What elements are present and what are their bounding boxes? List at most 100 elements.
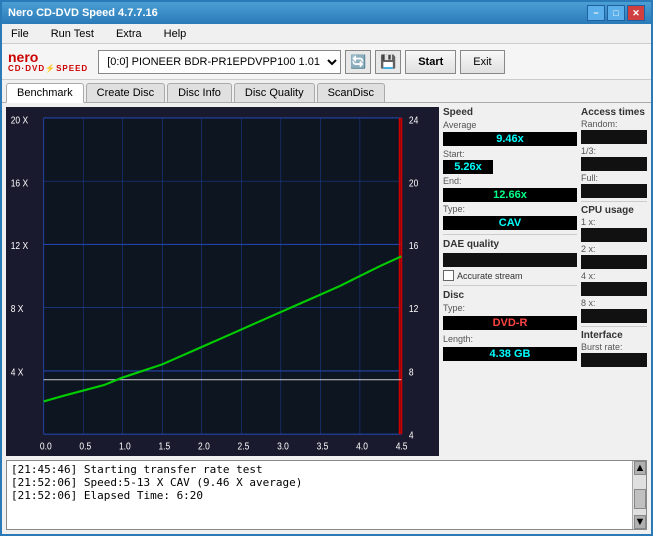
svg-text:8: 8 [409, 367, 414, 378]
svg-text:8 X: 8 X [11, 303, 24, 314]
disc-type-label: Type: [443, 303, 577, 313]
full-value [581, 184, 647, 198]
dae-value [443, 253, 577, 267]
cpu-x8-value [581, 309, 647, 323]
divider-1 [443, 234, 577, 235]
speed-section: Average 9.46x Start: 5.26x End: 12.66x T… [443, 120, 577, 230]
tab-create-disc[interactable]: Create Disc [86, 83, 165, 102]
menu-file[interactable]: File [6, 26, 34, 42]
close-button[interactable]: ✕ [627, 5, 645, 21]
disc-length-value: 4.38 GB [443, 347, 577, 361]
svg-text:1.0: 1.0 [119, 441, 131, 452]
svg-text:12: 12 [409, 303, 418, 314]
cpu-x2-value [581, 255, 647, 269]
access-header: Access times [581, 107, 647, 118]
divider-3 [581, 201, 647, 202]
svg-text:4.0: 4.0 [356, 441, 368, 452]
cpu-x8-label: 8 x: [581, 298, 647, 308]
start-button[interactable]: Start [405, 50, 456, 74]
speed-type-label: Type: [443, 204, 577, 214]
scroll-up-arrow[interactable]: ▲ [634, 461, 646, 475]
svg-text:2.0: 2.0 [198, 441, 210, 452]
disc-header: Disc [443, 290, 577, 301]
svg-text:12 X: 12 X [11, 240, 28, 251]
accurate-stream-label: Accurate stream [457, 271, 523, 281]
menu-run-test[interactable]: Run Test [46, 26, 99, 42]
tab-disc-quality[interactable]: Disc Quality [234, 83, 315, 102]
speed-start-label: Start: [443, 149, 493, 159]
svg-text:20: 20 [409, 178, 418, 189]
svg-text:0.0: 0.0 [40, 441, 52, 452]
log-content: [21:45:46] Starting transfer rate test [… [7, 461, 632, 529]
speed-start-col: Start: 5.26x [443, 149, 493, 174]
cpu-x4-value [581, 282, 647, 296]
scroll-down-arrow[interactable]: ▼ [634, 515, 646, 529]
speed-end-label: End: [443, 176, 577, 186]
divider-4 [581, 326, 647, 327]
log-line-1: [21:45:46] Starting transfer rate test [11, 463, 628, 476]
svg-text:0.5: 0.5 [79, 441, 91, 452]
tab-disc-info[interactable]: Disc Info [167, 83, 232, 102]
log-line-2: [21:52:06] Speed:5-13 X CAV (9.46 X aver… [11, 476, 628, 489]
svg-text:1.5: 1.5 [158, 441, 170, 452]
svg-text:20 X: 20 X [11, 115, 28, 126]
tab-benchmark[interactable]: Benchmark [6, 83, 84, 103]
burst-rate-value [581, 353, 647, 367]
log-line-3: [21:52:06] Elapsed Time: 6:20 [11, 489, 628, 502]
disc-length-label: Length: [443, 334, 577, 344]
menu-help[interactable]: Help [159, 26, 192, 42]
svg-text:3.5: 3.5 [317, 441, 329, 452]
speed-avg-label: Average [443, 120, 577, 130]
log-area: [21:45:46] Starting transfer rate test [… [6, 460, 647, 530]
menu-extra[interactable]: Extra [111, 26, 147, 42]
right-panel: Speed Average 9.46x Start: 5.26x End: 12… [441, 103, 581, 458]
random-value [581, 130, 647, 144]
speed-header: Speed [443, 107, 577, 118]
chart-and-right: 20 X 16 X 12 X 8 X 4 X 24 20 16 12 8 4 0… [2, 103, 651, 458]
one-third-value [581, 157, 647, 171]
speed-start-value: 5.26x [443, 160, 493, 174]
toolbar: nero CD·DVD⚡SPEED [0:0] PIONEER BDR-PR1E… [2, 44, 651, 80]
disc-type-value: DVD-R [443, 316, 577, 330]
one-third-label: 1/3: [581, 146, 647, 156]
tabs: Benchmark Create Disc Disc Info Disc Qua… [2, 80, 651, 103]
app-title: Nero CD-DVD Speed 4.7.7.16 [8, 7, 158, 19]
maximize-button[interactable]: □ [607, 5, 625, 21]
random-label: Random: [581, 119, 647, 129]
speed-start-end: Start: 5.26x [443, 149, 577, 174]
svg-text:3.0: 3.0 [277, 441, 289, 452]
cpu-header: CPU usage [581, 205, 647, 216]
dae-header: DAE quality [443, 239, 577, 250]
interface-header: Interface [581, 330, 647, 341]
refresh-icon[interactable]: 🔄 [345, 50, 371, 74]
save-icon[interactable]: 💾 [375, 50, 401, 74]
app-window: Nero CD-DVD Speed 4.7.7.16 − □ ✕ File Ru… [0, 0, 653, 536]
nero-logo-subtitle: CD·DVD⚡SPEED [8, 64, 88, 73]
tab-scan-disc[interactable]: ScanDisc [317, 83, 385, 102]
minimize-button[interactable]: − [587, 5, 605, 21]
chart-container: 20 X 16 X 12 X 8 X 4 X 24 20 16 12 8 4 0… [6, 107, 439, 456]
log-scrollbar[interactable]: ▲ ▼ [632, 461, 646, 529]
speed-avg-value: 9.46x [443, 132, 577, 146]
burst-rate-label: Burst rate: [581, 342, 647, 352]
svg-text:2.5: 2.5 [238, 441, 250, 452]
cpu-x2-label: 2 x: [581, 244, 647, 254]
scroll-thumb[interactable] [634, 489, 646, 509]
full-label: Full: [581, 173, 647, 183]
drive-selector[interactable]: [0:0] PIONEER BDR-PR1EPDVPP100 1.01 [98, 50, 341, 74]
nero-logo-text: nero [8, 50, 88, 64]
cpu-x4-label: 4 x: [581, 271, 647, 281]
title-bar: Nero CD-DVD Speed 4.7.7.16 − □ ✕ [2, 2, 651, 24]
speed-type-value: CAV [443, 216, 577, 230]
svg-text:4 X: 4 X [11, 367, 24, 378]
chart-svg: 20 X 16 X 12 X 8 X 4 X 24 20 16 12 8 4 0… [6, 107, 439, 456]
accurate-stream-checkbox[interactable] [443, 270, 454, 281]
nero-logo: nero CD·DVD⚡SPEED [8, 50, 88, 73]
title-bar-buttons: − □ ✕ [587, 5, 645, 21]
exit-button[interactable]: Exit [460, 50, 504, 74]
svg-text:4.5: 4.5 [396, 441, 408, 452]
right-panel-2: Access times Random: 1/3: Full: CPU usag… [581, 103, 651, 458]
svg-text:16 X: 16 X [11, 178, 28, 189]
svg-text:16: 16 [409, 240, 418, 251]
svg-text:24: 24 [409, 115, 418, 126]
